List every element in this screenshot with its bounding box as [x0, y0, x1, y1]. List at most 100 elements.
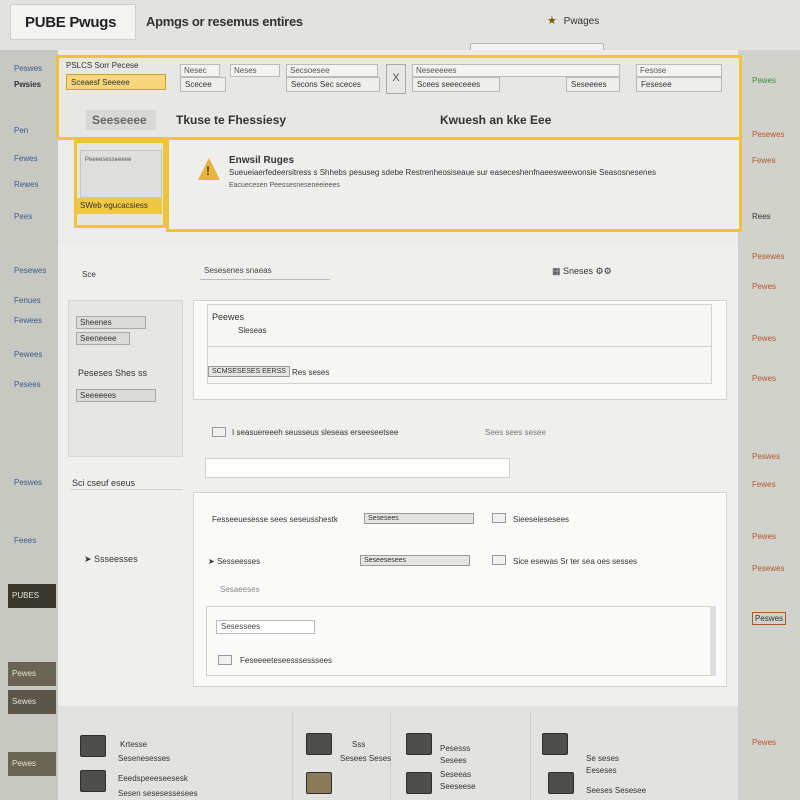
sidebar-item[interactable]: Fewes [14, 154, 38, 166]
info-row: I seasuereeeh seusseus sleseas erseeseet… [232, 428, 399, 437]
message-icon [212, 427, 226, 437]
filter-select[interactable]: Sceaesf Seeeee [66, 74, 166, 90]
left-link-label: Ssseesses [94, 554, 138, 564]
sidebar-item[interactable]: Fewees [14, 316, 42, 328]
right-rail-item[interactable]: Pewes [752, 76, 776, 85]
list-icon [492, 555, 506, 565]
right-rail-item[interactable]: Pewes [752, 374, 776, 383]
left-link[interactable]: ➤ Ssseesses [84, 554, 138, 565]
settings-icon: ⚙⚙ [593, 266, 612, 276]
right-rail-item[interactable]: Pewes [752, 334, 776, 343]
sub-card-row: Feseeeeteseesssesssees [240, 656, 333, 665]
details-chip[interactable]: Seseesesees [360, 555, 470, 566]
right-rail-item[interactable]: Pewes [752, 532, 776, 541]
sidebar-item[interactable]: Pewees [14, 350, 42, 362]
toolbar-button[interactable]: Seseeees [566, 77, 620, 92]
app-logo[interactable]: PUBE Pwugs [10, 4, 136, 40]
drive-icon[interactable] [406, 772, 432, 794]
filter-item[interactable]: Sheenes [76, 316, 146, 329]
info-row-meta: Sees sees sesee [485, 428, 546, 437]
toolbar-field[interactable]: Neseeeees [412, 64, 620, 77]
tile-subtitle: Seeseese [440, 782, 476, 791]
tile-subtitle: Eeseses [586, 766, 617, 775]
sidebar-thumb[interactable]: Sewes [8, 690, 56, 714]
speaker-icon[interactable] [548, 772, 574, 794]
toolbar-button[interactable]: Scecee [180, 77, 226, 92]
sidebar-thumb[interactable]: Pewes [8, 752, 56, 776]
tile-title: Sss [352, 740, 366, 749]
user-menu[interactable]: ★ Pwages [547, 14, 599, 27]
details-row: Sesaeeses [220, 585, 260, 594]
camera-icon[interactable] [542, 733, 568, 755]
toolbar-field[interactable]: Fesose [636, 64, 722, 77]
toolbar-field[interactable]: Neses [230, 64, 280, 77]
right-rail-item[interactable]: Pesewes [752, 130, 784, 139]
sidebar-item[interactable]: Feees [14, 536, 36, 548]
right-rail-item[interactable]: Peswes [752, 612, 787, 625]
tile-divider [292, 712, 293, 800]
device-icon[interactable] [80, 770, 106, 792]
sidebar-item[interactable]: Pwsies [14, 80, 41, 92]
right-rail-item[interactable]: Fewes [752, 480, 776, 489]
tile-subtitle: Sesees Seses [340, 754, 392, 763]
toolbar-button[interactable]: Fesesee [636, 77, 722, 92]
right-rail-item[interactable]: Pewes [752, 738, 776, 747]
primary-action-button[interactable]: Seeseeee [86, 110, 156, 130]
toolbar-field[interactable]: Nesec [180, 64, 220, 77]
close-icon[interactable]: X [386, 64, 406, 94]
sub-card [206, 606, 715, 676]
document-icon [218, 655, 232, 665]
filter-label: Peseses Shes ss [78, 368, 148, 378]
view-toggle[interactable]: ▦ Sneses ⚙⚙ [552, 266, 612, 277]
sidebar-item[interactable]: Peswes [14, 478, 42, 490]
thumbnail-caption[interactable]: SWeb egucacsiess [76, 198, 162, 214]
filter-label: PSLCS Sorr Pecese [66, 61, 139, 70]
right-rail-item[interactable]: Peswes [752, 452, 780, 461]
right-rail-item[interactable]: Pewes [752, 282, 776, 291]
tab-button[interactable]: Kwuesh an kke Eee [434, 110, 557, 130]
right-rail-item[interactable]: Fewes [752, 156, 776, 165]
toolbar-field[interactable]: Secsoesee [286, 64, 378, 77]
sidebar-thumb[interactable]: Pewes [8, 662, 56, 686]
right-rail-item[interactable]: Rees [752, 212, 771, 221]
card-title: Peewes [212, 312, 245, 322]
card-subtitle: Sleseas [238, 326, 267, 335]
box-icon[interactable] [306, 772, 332, 794]
details-row: Fesseeuesesse sees seseusshestk [212, 515, 338, 524]
sub-card-field[interactable]: Sesessees [216, 620, 315, 634]
top-bar: PUBE Pwugs Apmgs or resemus entires ★ Pw… [0, 0, 800, 51]
arrow-icon: ➤ [84, 554, 95, 564]
sidebar-item[interactable]: Pen [14, 126, 28, 138]
sidebar-item[interactable]: Pesees [14, 380, 41, 392]
list-icon [492, 513, 506, 523]
sidebar-item[interactable]: Fenues [14, 296, 41, 308]
filter-select[interactable]: Seeeeees [76, 389, 156, 402]
scrollbar[interactable] [710, 606, 716, 676]
filter-item[interactable]: Seeneeee [76, 332, 130, 345]
badge-tail: Res seses [292, 368, 330, 377]
tile-title: Krtesse [120, 740, 148, 749]
tile-subtitle: Sesen sesesessesees [118, 789, 198, 798]
tile-title: Se seses [586, 754, 619, 763]
right-rail-item[interactable]: Pesewes [752, 252, 784, 261]
sidebar-item[interactable]: Rewes [14, 180, 38, 192]
sidebar-item[interactable]: Pees [14, 212, 32, 224]
sidebar-item[interactable]: Peswes [14, 64, 42, 76]
monitor-icon[interactable] [306, 733, 332, 755]
tab-button[interactable]: Tkuse te Fhessiesy [170, 110, 292, 130]
right-rail-item[interactable]: Pesewes [752, 564, 784, 573]
sidebar-item[interactable]: Pesewes [14, 266, 46, 278]
search-input[interactable]: Sesesenes snaeas [200, 264, 330, 280]
text-input[interactable] [205, 458, 510, 478]
sidebar-thumb[interactable]: PUBES [8, 584, 56, 608]
tile-subtitle: Sesees [440, 756, 467, 765]
pin-icon: ➤ [208, 557, 217, 566]
toolbar-button[interactable]: Scees seeeceees [412, 77, 500, 92]
divider [207, 346, 712, 347]
section-heading: Sci cseuf eseus [72, 478, 136, 488]
storage-icon[interactable] [406, 733, 432, 755]
details-chip[interactable]: Sesesees [364, 513, 474, 524]
printer-icon[interactable] [80, 735, 106, 757]
toolbar-button[interactable]: Secons Sec sceces [286, 77, 380, 92]
status-badge[interactable]: SCMSESESES EERSS [208, 366, 290, 377]
